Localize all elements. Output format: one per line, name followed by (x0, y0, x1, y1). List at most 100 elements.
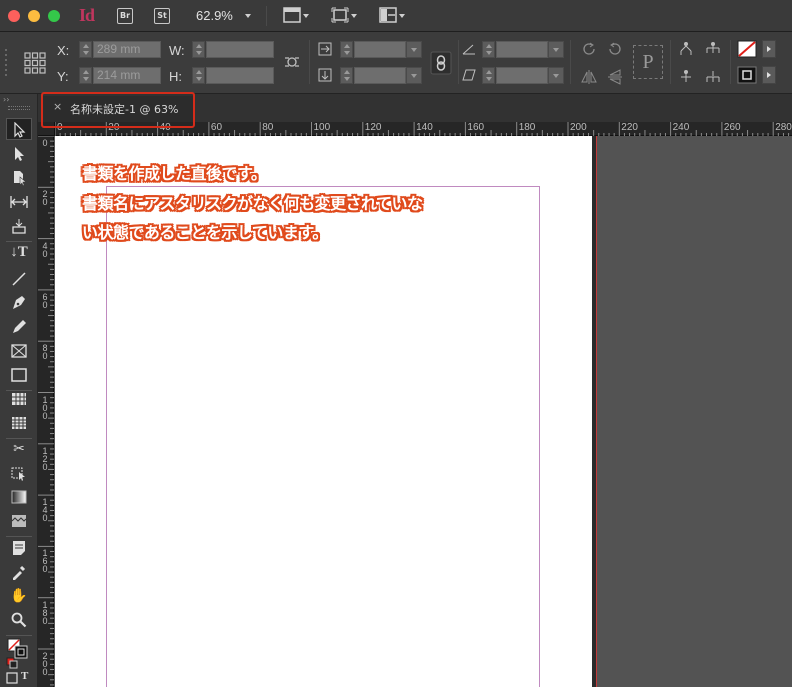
scale-y-stepper[interactable] (340, 67, 353, 84)
tab-highlight-box (41, 92, 195, 128)
grid-tool-icon[interactable] (6, 412, 32, 434)
stroke-swatch-icon[interactable] (737, 66, 757, 84)
rotate-ccw-icon[interactable] (607, 41, 623, 57)
scale-x-stepper[interactable] (340, 41, 353, 58)
pencil-tool-icon[interactable] (6, 316, 32, 338)
constrain-proportions-icon[interactable] (283, 52, 301, 72)
arrange-documents-icon[interactable] (379, 7, 397, 23)
default-colors-icon[interactable] (6, 657, 18, 669)
rectangle-frame-tool-icon[interactable] (6, 340, 32, 362)
shear-field[interactable] (496, 67, 548, 84)
height-stepper[interactable] (192, 67, 205, 84)
formatting-text-icon[interactable]: T (21, 670, 28, 682)
scale-x-dropdown[interactable] (406, 41, 422, 58)
bridge-button[interactable]: Br (117, 8, 133, 24)
page-tool-icon[interactable] (6, 167, 32, 189)
flip-horizontal-icon[interactable] (581, 69, 597, 85)
ruler-label: 0 (42, 138, 48, 148)
paragraph-icon[interactable]: P (633, 45, 663, 79)
width-stepper[interactable] (192, 41, 205, 58)
stock-button[interactable]: St (154, 8, 170, 24)
x-stepper[interactable] (79, 41, 92, 58)
table-tool-icon[interactable] (6, 388, 32, 410)
maximize-window-button[interactable] (48, 10, 60, 22)
w-label: W: (169, 43, 185, 58)
shear-icon[interactable] (462, 69, 476, 81)
direct-selection-tool-icon[interactable] (6, 143, 32, 165)
app-logo: Id (79, 5, 95, 25)
ruler-label: 180 (518, 122, 536, 133)
chevron-down-icon[interactable] (245, 14, 251, 18)
gradient-swatch-tool-icon[interactable] (6, 486, 32, 508)
y-position-field[interactable]: 214 mm (93, 67, 161, 84)
gap-tool-icon[interactable] (6, 191, 32, 213)
screen-mode-icon[interactable] (331, 7, 349, 23)
rotate-dropdown[interactable] (548, 41, 564, 58)
free-transform-tool-icon[interactable] (6, 462, 32, 484)
select-content-icon[interactable] (704, 41, 722, 57)
shear-dropdown[interactable] (548, 67, 564, 84)
stroke-dropdown[interactable] (762, 66, 776, 84)
title-bar: Id Br St 62.9% (0, 0, 792, 32)
flip-vertical-icon[interactable] (607, 69, 623, 85)
formatting-container-icon[interactable] (6, 672, 18, 684)
rotate-stepper[interactable] (482, 41, 495, 58)
divider (670, 40, 671, 84)
minimize-window-button[interactable] (28, 10, 40, 22)
link-icon[interactable] (430, 51, 452, 75)
eyedropper-tool-icon[interactable] (6, 561, 32, 583)
panel-grip-icon[interactable] (4, 46, 12, 80)
rotate-cw-icon[interactable] (581, 41, 597, 57)
divider (730, 40, 731, 84)
selection-tool-icon[interactable] (6, 118, 32, 140)
select-container-icon[interactable] (678, 41, 694, 57)
close-window-button[interactable] (8, 10, 20, 22)
divider (6, 635, 32, 636)
collapse-panel-icon[interactable]: ›› (3, 95, 9, 104)
scissors-tool-icon[interactable]: ✂ (6, 438, 32, 460)
ruler-label: 1 6 0 (42, 548, 48, 575)
chevron-down-icon[interactable] (351, 14, 357, 18)
scale-x-icon[interactable] (318, 42, 332, 56)
pen-tool-icon[interactable] (6, 292, 32, 314)
rotate-icon[interactable] (462, 43, 476, 55)
shear-stepper[interactable] (482, 67, 495, 84)
ruler-label: 60 (210, 122, 223, 133)
y-label: Y: (57, 69, 69, 84)
h-label: H: (169, 69, 182, 84)
scale-y-icon[interactable] (318, 68, 332, 82)
x-position-field[interactable]: 289 mm (93, 41, 161, 58)
panel-grip-icon[interactable] (8, 106, 30, 110)
width-field[interactable] (206, 41, 274, 58)
line-tool-icon[interactable] (6, 268, 32, 290)
fill-swatch-icon[interactable] (737, 40, 757, 58)
ruler-label: 2 0 (42, 189, 48, 208)
note-tool-icon[interactable] (6, 537, 32, 559)
ruler-label: 1 2 0 (42, 445, 48, 472)
zoom-tool-icon[interactable] (6, 609, 32, 631)
scale-x-field[interactable] (354, 41, 406, 58)
view-options-icon[interactable] (283, 7, 301, 23)
chevron-down-icon[interactable] (303, 14, 309, 18)
select-next-icon[interactable] (704, 69, 722, 85)
chevron-down-icon[interactable] (399, 14, 405, 18)
tools-panel: ›› ↓T ✂ ✋ T (0, 94, 38, 687)
hand-tool-icon[interactable]: ✋ (6, 585, 32, 607)
scale-y-field[interactable] (354, 67, 406, 84)
height-field[interactable] (206, 67, 274, 84)
divider (458, 40, 459, 84)
rotate-field[interactable] (496, 41, 548, 58)
gradient-feather-tool-icon[interactable] (6, 510, 32, 532)
select-previous-icon[interactable] (678, 69, 694, 85)
rectangle-tool-icon[interactable] (6, 364, 32, 386)
ruler-label: 80 (262, 122, 274, 133)
zoom-level-dropdown[interactable]: 62.9% (196, 8, 233, 23)
ruler-label: 1 0 0 (42, 394, 48, 421)
content-collector-tool-icon[interactable] (6, 215, 32, 237)
vertical-ruler[interactable]: 0 2 0 4 0 6 0 8 0 1 0 0 1 2 0 1 4 0 1 6 0 1 8 0 2 … (38, 136, 54, 687)
fill-dropdown[interactable] (762, 40, 776, 58)
y-stepper[interactable] (79, 67, 92, 84)
reference-point-icon[interactable] (24, 52, 46, 74)
scale-y-dropdown[interactable] (406, 67, 422, 84)
type-tool-icon[interactable]: ↓T (6, 244, 32, 266)
